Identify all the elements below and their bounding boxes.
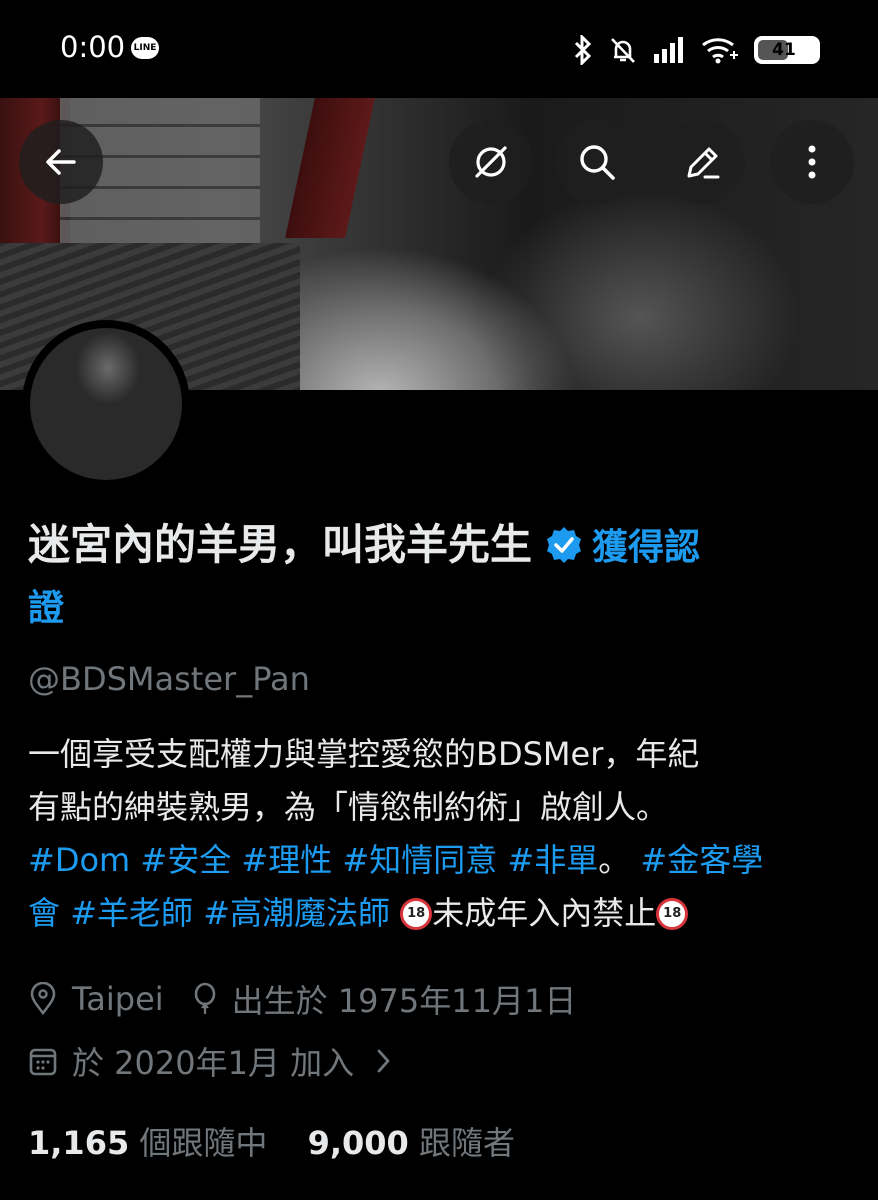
profile-avatar[interactable] <box>22 320 190 488</box>
battery-level: 41 <box>772 40 796 60</box>
following-label: 個跟隨中 <box>139 1124 268 1162</box>
birthday-balloon-icon <box>194 982 215 1014</box>
bio-line: 一個享受支配權力與掌控愛慾的BDSMer，年紀 <box>28 735 700 773</box>
hashtag-non-single[interactable]: #非單 <box>507 841 598 879</box>
follow-stats: 1,165 個跟隨中 9,000 跟隨者 <box>28 1118 515 1164</box>
get-verified-link-cont[interactable]: 證 <box>28 588 64 629</box>
grok-button[interactable] <box>449 120 533 204</box>
profile-meta-row: Taipei 出生於 1975年11月1日 <box>28 976 576 1022</box>
signal-icon <box>654 37 683 63</box>
no-minors-text: 未成年入內禁止 <box>432 894 657 932</box>
bio-separator: 。 <box>598 841 631 879</box>
profile-joined-date: 於 2020年1月 加入 <box>72 1044 355 1082</box>
following-link[interactable]: 1,165 個跟隨中 <box>28 1124 267 1162</box>
profile-joined-row[interactable]: 於 2020年1月 加入 <box>28 1038 392 1084</box>
hashtag-teacher[interactable]: #羊老師 <box>70 894 193 932</box>
under-18-icon: 18 <box>656 898 689 930</box>
edit-pencil-icon <box>687 147 720 179</box>
following-count: 1,165 <box>28 1124 130 1162</box>
hashtag-jinke[interactable]: #金客學 <box>640 841 763 879</box>
chevron-right-icon <box>377 1049 390 1073</box>
hashtag-mage[interactable]: #高潮魔法師 <box>203 894 390 932</box>
followers-link[interactable]: 9,000 跟隨者 <box>308 1124 515 1162</box>
wifi-icon <box>702 38 738 64</box>
mute-bell-icon <box>611 38 635 63</box>
back-arrow-icon <box>46 149 76 175</box>
profile-name-block: 迷宮內的羊男，叫我羊先生 獲得認證 <box>28 516 848 638</box>
status-bar: 0:00 LINE 41 <box>0 0 878 98</box>
location-pin-icon <box>30 982 56 1016</box>
hashtag-consent[interactable]: #知情同意 <box>342 841 497 879</box>
bio-hashtags-line: #Dom #安全 #理性 #知情同意 #非單。 #金客學 <box>28 834 858 887</box>
profile-location: Taipei <box>72 980 164 1018</box>
more-vertical-icon <box>808 145 816 179</box>
status-time: 0:00 <box>60 30 126 64</box>
get-verified-link[interactable]: 獲得認 <box>592 527 700 568</box>
hashtag-rational[interactable]: #理性 <box>241 841 332 879</box>
hashtag-safe[interactable]: #安全 <box>140 841 231 879</box>
profile-handle: @BDSMaster_Pan <box>28 660 310 698</box>
search-icon <box>580 145 615 180</box>
profile-bio: 一個享受支配權力與掌控愛慾的BDSMer，年紀 有點的紳裝熟男，為「情慾制約術」… <box>28 728 858 940</box>
followers-label: 跟隨者 <box>418 1124 515 1162</box>
battery-icon: 41 <box>754 36 820 64</box>
bluetooth-icon <box>574 35 592 65</box>
calendar-icon <box>29 1048 57 1076</box>
line-app-icon: LINE <box>131 37 159 59</box>
more-options-button[interactable] <box>770 120 854 204</box>
compose-button[interactable] <box>661 120 745 204</box>
search-button[interactable] <box>555 120 639 204</box>
avatar-image <box>30 328 182 480</box>
profile-birthday: 出生於 1975年11月1日 <box>231 982 577 1020</box>
grok-icon <box>475 146 507 178</box>
hashtag-dom[interactable]: #Dom <box>28 841 130 879</box>
followers-count: 9,000 <box>307 1124 409 1162</box>
profile-display-name: 迷宮內的羊男，叫我羊先生 <box>28 520 533 569</box>
under-18-icon: 18 <box>400 898 433 930</box>
status-icons: 41 <box>572 30 820 70</box>
back-button[interactable] <box>19 120 103 204</box>
verified-badge-icon[interactable] <box>544 525 584 565</box>
bio-line: 有點的紳裝熟男，為「情慾制約術」啟創人。 <box>28 788 669 826</box>
bio-hashtags-line: 會 #羊老師 #高潮魔法師 18 未成年入內禁止 18 <box>28 887 858 940</box>
hashtag-jinke-cont[interactable]: 會 <box>28 894 60 932</box>
